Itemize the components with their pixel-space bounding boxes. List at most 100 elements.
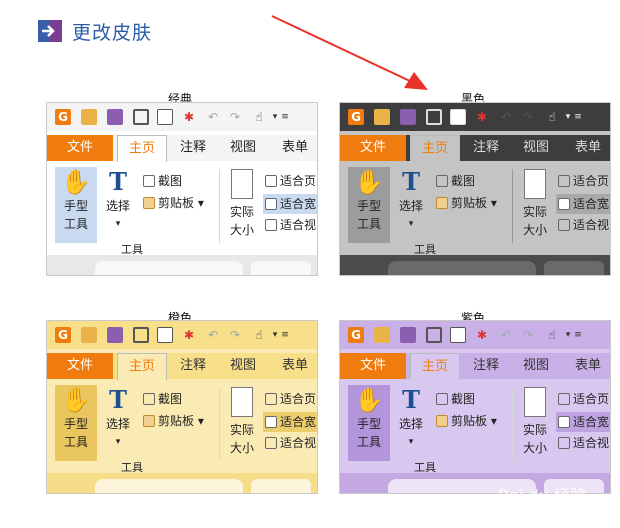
- tab-home[interactable]: 主页: [117, 353, 167, 380]
- undo-icon[interactable]: ↶: [498, 109, 514, 125]
- clipboard-button[interactable]: 剪贴板 ▾: [436, 195, 497, 211]
- chevron-down-icon[interactable]: ▾: [271, 109, 279, 125]
- hand-tool-button[interactable]: ✋ 手型 工具: [348, 385, 390, 461]
- fit-width-button[interactable]: 适合宽: [556, 412, 610, 432]
- tab-form[interactable]: 表单: [568, 135, 608, 161]
- search-box[interactable]: [544, 261, 604, 275]
- search-box[interactable]: [251, 261, 311, 275]
- open-folder-icon[interactable]: [81, 327, 97, 343]
- document-tab[interactable]: [95, 479, 243, 493]
- tab-home[interactable]: 主页: [117, 135, 167, 162]
- fit-width-button[interactable]: 适合宽: [263, 194, 317, 214]
- properties-icon[interactable]: [157, 327, 173, 343]
- tab-comment[interactable]: 注释: [466, 135, 506, 161]
- new-icon[interactable]: ✱: [474, 109, 490, 125]
- tab-comment[interactable]: 注释: [466, 353, 506, 379]
- app-logo-icon[interactable]: G: [55, 109, 71, 125]
- tab-comment[interactable]: 注释: [173, 135, 213, 161]
- tab-file[interactable]: 文件: [47, 353, 113, 379]
- hand-dropdown-icon[interactable]: ☝: [251, 109, 267, 125]
- hand-dropdown-icon[interactable]: ☝: [544, 327, 560, 343]
- properties-icon[interactable]: [450, 109, 466, 125]
- hand-dropdown-icon[interactable]: ☝: [544, 109, 560, 125]
- redo-icon[interactable]: ↷: [227, 327, 243, 343]
- tab-home[interactable]: 主页: [410, 353, 460, 380]
- undo-icon[interactable]: ↶: [205, 327, 221, 343]
- properties-icon[interactable]: [450, 327, 466, 343]
- print-icon[interactable]: [426, 327, 442, 343]
- customize-icon[interactable]: ≡: [574, 109, 582, 125]
- print-icon[interactable]: [133, 109, 149, 125]
- save-icon[interactable]: [400, 109, 416, 125]
- print-icon[interactable]: [133, 327, 149, 343]
- select-tool-button[interactable]: T 选择 ▾: [101, 385, 135, 461]
- open-folder-icon[interactable]: [374, 109, 390, 125]
- tab-view[interactable]: 视图: [516, 353, 556, 379]
- actual-size-button[interactable]: 实际 大小: [225, 385, 259, 461]
- search-box[interactable]: [251, 479, 311, 493]
- print-icon[interactable]: [426, 109, 442, 125]
- fit-width-button[interactable]: 适合宽: [556, 194, 610, 214]
- actual-size-button[interactable]: 实际 大小: [518, 167, 552, 243]
- fit-width-button[interactable]: 适合宽: [263, 412, 317, 432]
- tab-comment[interactable]: 注释: [173, 353, 213, 379]
- select-tool-button[interactable]: T 选择 ▾: [394, 385, 428, 461]
- open-folder-icon[interactable]: [81, 109, 97, 125]
- undo-icon[interactable]: ↶: [205, 109, 221, 125]
- tab-form[interactable]: 表单: [568, 353, 608, 379]
- customize-icon[interactable]: ≡: [574, 327, 582, 343]
- fit-visible-button[interactable]: 适合视: [558, 217, 609, 233]
- document-tab[interactable]: [95, 261, 243, 275]
- chevron-down-icon[interactable]: ▾: [564, 109, 572, 125]
- clipboard-button[interactable]: 剪贴板 ▾: [143, 413, 204, 429]
- customize-icon[interactable]: ≡: [281, 327, 289, 343]
- save-icon[interactable]: [107, 327, 123, 343]
- fit-page-button[interactable]: 适合页: [558, 173, 609, 189]
- redo-icon[interactable]: ↷: [520, 109, 536, 125]
- fit-page-button[interactable]: 适合页: [558, 391, 609, 407]
- select-tool-button[interactable]: T 选择 ▾: [101, 167, 135, 243]
- save-icon[interactable]: [400, 327, 416, 343]
- actual-size-button[interactable]: 实际 大小: [518, 385, 552, 461]
- save-icon[interactable]: [107, 109, 123, 125]
- new-icon[interactable]: ✱: [181, 109, 197, 125]
- clipboard-button[interactable]: 剪贴板 ▾: [436, 413, 497, 429]
- new-icon[interactable]: ✱: [474, 327, 490, 343]
- app-logo-icon[interactable]: G: [348, 327, 364, 343]
- tab-form[interactable]: 表单: [275, 135, 315, 161]
- tab-file[interactable]: 文件: [340, 353, 406, 379]
- properties-icon[interactable]: [157, 109, 173, 125]
- fit-visible-button[interactable]: 适合视: [265, 435, 316, 451]
- tab-home[interactable]: 主页: [410, 135, 460, 162]
- actual-size-button[interactable]: 实际 大小: [225, 167, 259, 243]
- hand-tool-button[interactable]: ✋ 手型 工具: [348, 167, 390, 243]
- fit-visible-button[interactable]: 适合视: [265, 217, 316, 233]
- hand-tool-button[interactable]: ✋ 手型 工具: [55, 385, 97, 461]
- tab-file[interactable]: 文件: [340, 135, 406, 161]
- app-logo-icon[interactable]: G: [55, 327, 71, 343]
- tab-view[interactable]: 视图: [223, 353, 263, 379]
- hand-dropdown-icon[interactable]: ☝: [251, 327, 267, 343]
- undo-icon[interactable]: ↶: [498, 327, 514, 343]
- screenshot-button[interactable]: 截图: [143, 391, 182, 407]
- tab-file[interactable]: 文件: [47, 135, 113, 161]
- screenshot-button[interactable]: 截图: [436, 173, 475, 189]
- redo-icon[interactable]: ↷: [227, 109, 243, 125]
- document-tab[interactable]: [388, 261, 536, 275]
- select-tool-button[interactable]: T 选择 ▾: [394, 167, 428, 243]
- redo-icon[interactable]: ↷: [520, 327, 536, 343]
- chevron-down-icon[interactable]: ▾: [271, 327, 279, 343]
- tab-view[interactable]: 视图: [223, 135, 263, 161]
- fit-visible-button[interactable]: 适合视: [558, 435, 609, 451]
- screenshot-button[interactable]: 截图: [143, 173, 182, 189]
- new-icon[interactable]: ✱: [181, 327, 197, 343]
- fit-page-button[interactable]: 适合页: [265, 391, 316, 407]
- fit-page-button[interactable]: 适合页: [265, 173, 316, 189]
- clipboard-button[interactable]: 剪贴板 ▾: [143, 195, 204, 211]
- chevron-down-icon[interactable]: ▾: [564, 327, 572, 343]
- app-logo-icon[interactable]: G: [348, 109, 364, 125]
- customize-icon[interactable]: ≡: [281, 109, 289, 125]
- tab-view[interactable]: 视图: [516, 135, 556, 161]
- tab-form[interactable]: 表单: [275, 353, 315, 379]
- open-folder-icon[interactable]: [374, 327, 390, 343]
